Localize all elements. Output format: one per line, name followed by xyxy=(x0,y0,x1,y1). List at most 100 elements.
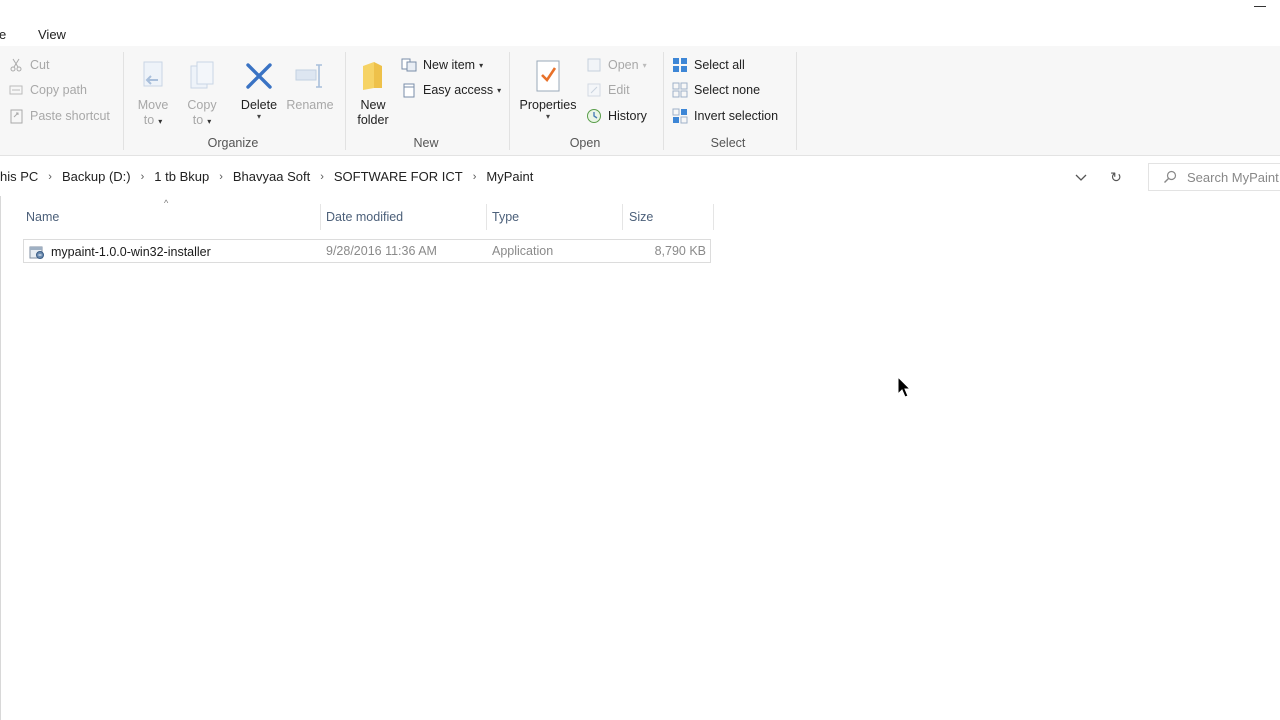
group-separator xyxy=(345,52,346,150)
open-label: Open xyxy=(608,58,639,72)
group-separator xyxy=(123,52,124,150)
copy-to-label-1: Copy xyxy=(187,98,217,112)
chevron-right-icon[interactable]: › xyxy=(219,171,223,183)
new-group-label: New xyxy=(413,136,439,150)
copy-path-label: Copy path xyxy=(30,83,87,97)
search-box[interactable]: Search MyPaint xyxy=(1148,163,1280,191)
breadcrumb-backup-d[interactable]: Backup (D:) xyxy=(62,169,131,184)
breadcrumb-software-for-ict[interactable]: SOFTWARE FOR ICT xyxy=(334,169,463,184)
chevron-right-icon[interactable]: › xyxy=(473,171,477,183)
refresh-button[interactable]: ↻ xyxy=(1108,169,1124,185)
select-all-label: Select all xyxy=(694,58,745,72)
move-to-icon xyxy=(136,58,170,94)
file-date-modified: 9/28/2016 11:36 AM xyxy=(326,244,437,258)
tab-file[interactable]: e xyxy=(0,27,6,42)
column-header-size[interactable]: Size xyxy=(629,210,653,224)
copy-to-icon xyxy=(185,58,219,94)
organize-group-label: Organize xyxy=(207,136,259,150)
column-divider[interactable] xyxy=(713,204,714,230)
history-button[interactable]: History xyxy=(586,106,647,126)
tab-view[interactable]: View xyxy=(38,27,66,42)
cut-label: Cut xyxy=(30,58,50,72)
chevron-down-icon: ▾ xyxy=(479,60,484,70)
file-row[interactable]: mypaint-1.0.0-win32-installer 9/28/2016 … xyxy=(23,239,711,263)
delete-x-icon xyxy=(242,58,276,94)
refresh-icon: ↻ xyxy=(1110,169,1122,185)
column-divider[interactable] xyxy=(622,204,623,230)
select-group-label: Select xyxy=(710,136,746,150)
group-separator xyxy=(796,52,797,150)
copy-path-icon xyxy=(8,82,24,98)
new-item-button[interactable]: New item ▾ xyxy=(401,55,483,75)
select-all-icon xyxy=(672,57,688,73)
breadcrumb[interactable]: his PC › Backup (D:) › 1 tb Bkup › Bhavy… xyxy=(0,169,533,184)
chevron-down-icon: ▾ xyxy=(256,112,261,121)
rename-button[interactable]: Rename xyxy=(284,58,336,113)
installer-app-icon xyxy=(29,244,45,260)
move-to-label-1: Move xyxy=(137,98,169,112)
breadcrumb-mypaint[interactable]: MyPaint xyxy=(486,169,533,184)
address-history-dropdown[interactable] xyxy=(1074,170,1088,184)
move-to-label-2: to ▾ xyxy=(143,113,163,127)
copy-to-button[interactable]: Copy to ▾ xyxy=(183,58,221,129)
file-type: Application xyxy=(492,244,554,258)
cut-button[interactable]: Cut xyxy=(8,55,49,75)
properties-checkmark-icon xyxy=(531,58,565,94)
column-divider[interactable] xyxy=(320,204,321,230)
invert-selection-button[interactable]: Invert selection xyxy=(672,106,778,126)
column-header-date-modified[interactable]: Date modified xyxy=(326,210,403,224)
copy-to-label-2: to ▾ xyxy=(192,113,212,127)
chevron-down-icon: ▾ xyxy=(497,85,502,95)
chevron-right-icon[interactable]: › xyxy=(320,171,324,183)
easy-access-icon xyxy=(401,82,417,98)
chevron-down-icon xyxy=(1075,174,1087,181)
breadcrumb-this-pc[interactable]: his PC xyxy=(0,169,38,184)
move-to-button[interactable]: Move to ▾ xyxy=(134,58,172,129)
file-name-cell[interactable]: mypaint-1.0.0-win32-installer xyxy=(29,244,211,260)
column-header-type[interactable]: Type xyxy=(492,210,519,224)
chevron-right-icon[interactable]: › xyxy=(141,171,145,183)
easy-access-label: Easy access xyxy=(423,83,494,97)
file-name: mypaint-1.0.0-win32-installer xyxy=(51,245,211,259)
edit-label: Edit xyxy=(608,83,630,97)
new-item-icon xyxy=(401,57,417,73)
invert-selection-icon xyxy=(672,108,688,124)
breadcrumb-1tb-bkup[interactable]: 1 tb Bkup xyxy=(154,169,209,184)
edit-button[interactable]: Edit xyxy=(586,80,630,100)
select-all-button[interactable]: Select all xyxy=(672,55,745,75)
rename-icon xyxy=(293,58,327,94)
file-size: 8,790 KB xyxy=(654,244,706,258)
copy-path-button[interactable]: Copy path xyxy=(8,80,87,100)
search-icon xyxy=(1164,170,1177,183)
group-separator xyxy=(663,52,664,150)
open-button[interactable]: Open ▾ xyxy=(586,55,647,75)
search-placeholder: Search MyPaint xyxy=(1187,169,1279,185)
folder-icon xyxy=(356,58,390,94)
delete-button[interactable]: Delete ▾ xyxy=(238,58,280,121)
new-folder-button[interactable]: New folder xyxy=(352,58,394,128)
select-none-icon xyxy=(672,82,688,98)
mouse-cursor-icon xyxy=(897,376,912,398)
new-item-label: New item xyxy=(423,58,476,72)
chevron-down-icon: ▾ xyxy=(642,60,647,70)
breadcrumb-bhavyaa-soft[interactable]: Bhavyaa Soft xyxy=(233,169,310,184)
scissors-icon xyxy=(8,57,24,73)
select-none-button[interactable]: Select none xyxy=(672,80,760,100)
minimize-button[interactable] xyxy=(1254,6,1266,7)
column-header-name[interactable]: Name xyxy=(26,210,59,224)
group-separator xyxy=(509,52,510,150)
paste-shortcut-button[interactable]: Paste shortcut xyxy=(8,106,110,126)
rename-label: Rename xyxy=(286,98,334,112)
sort-up-icon: ^ xyxy=(164,198,169,208)
easy-access-button[interactable]: Easy access ▾ xyxy=(401,80,501,100)
navigation-pane-edge xyxy=(0,196,1,720)
new-folder-label-1: New xyxy=(360,98,386,112)
chevron-down-icon: ▾ xyxy=(545,112,550,121)
invert-selection-label: Invert selection xyxy=(694,109,779,123)
paste-shortcut-icon xyxy=(8,108,24,124)
column-divider[interactable] xyxy=(486,204,487,230)
history-icon xyxy=(586,108,602,124)
chevron-right-icon[interactable]: › xyxy=(48,171,52,183)
ribbon-tab-strip: e View xyxy=(0,0,1280,46)
properties-button[interactable]: Properties ▾ xyxy=(516,58,580,121)
